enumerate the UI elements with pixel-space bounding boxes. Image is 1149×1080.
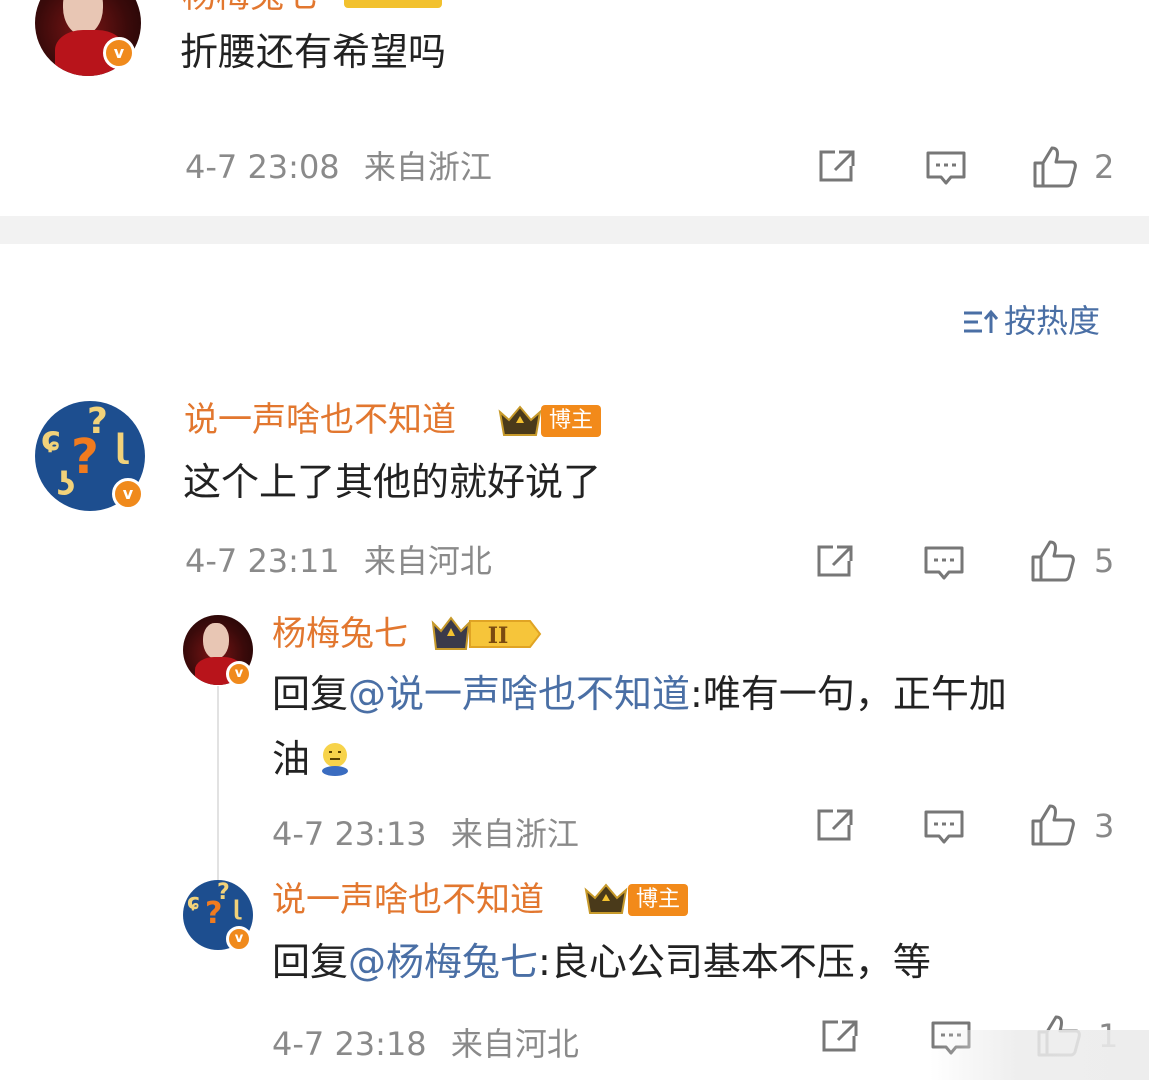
username[interactable]: 说一声啥也不知道 [272,880,544,920]
timestamp: 4-7 23:08 [185,148,340,186]
reply-meta: 4-7 23:13 来自浙江 [272,816,579,852]
comment-text: 折腰还有希望吗 [180,30,447,74]
crown-icon [584,883,628,914]
comment-meta: 4-7 23:11 来自河北 [185,543,492,579]
like-icon[interactable] [1032,145,1078,189]
like-count: 3 [1094,807,1115,845]
reply-text: 回复@杨梅兔七:良心公司基本不压，等 [272,938,931,986]
emoji-icon [322,743,348,776]
blogger-badge: 博主 [541,405,602,437]
comment-meta: 4-7 23:08 来自浙江 [185,149,492,185]
reply-text-line2: 油 [272,735,310,783]
verified-icon: v [226,926,252,952]
sort-icon [964,309,998,333]
username[interactable]: 杨梅兔七 [182,0,318,16]
mention-link[interactable]: @说一声啥也不知道 [348,672,690,716]
blogger-badge: 博主 [628,884,689,916]
timestamp: 4-7 23:18 [272,1025,427,1063]
comment-icon[interactable] [923,809,965,847]
location: 来自河北 [450,1025,579,1063]
reply-text-line1: 回复@说一声啥也不知道:唯有一句，正午加 [272,670,1007,718]
location: 来自浙江 [363,148,492,186]
like-count: 5 [1094,542,1115,580]
share-icon[interactable] [817,148,857,184]
thread-line [217,686,219,882]
comment-text: 这个上了其他的就好说了 [183,460,602,504]
verified-icon: v [226,661,252,687]
watermark [930,1030,1149,1080]
svg-text:II: II [488,623,509,649]
reply-body-cont: 油 [272,737,311,781]
reply-body: :良心公司基本不压，等 [538,940,931,984]
sort-label: 按热度 [1004,302,1101,340]
username[interactable]: 说一声啥也不知道 [184,400,456,440]
location: 来自浙江 [450,815,579,853]
reply-meta: 4-7 23:18 来自河北 [272,1026,579,1062]
verified-icon: v [112,478,144,510]
level-crown-icon [344,0,442,8]
timestamp: 4-7 23:13 [272,815,427,853]
comment-icon[interactable] [925,150,967,188]
reply-body: :唯有一句，正午加 [690,672,1007,716]
reply-prefix: 回复 [272,940,349,984]
share-icon[interactable] [815,807,855,843]
like-icon[interactable] [1030,803,1076,847]
timestamp: 4-7 23:11 [185,542,340,580]
section-divider [0,216,1149,244]
like-icon[interactable] [1030,539,1076,583]
like-count: 2 [1094,148,1115,186]
verified-icon: v [103,37,135,69]
share-icon[interactable] [820,1018,860,1054]
crown-icon [498,405,542,436]
reply-prefix: 回复 [272,672,349,716]
level-badge-icon: II [431,616,542,650]
username[interactable]: 杨梅兔七 [272,614,408,654]
location: 来自河北 [363,542,492,580]
comment-icon[interactable] [923,545,965,583]
mention-link[interactable]: @杨梅兔七 [348,940,538,984]
share-icon[interactable] [815,543,855,579]
